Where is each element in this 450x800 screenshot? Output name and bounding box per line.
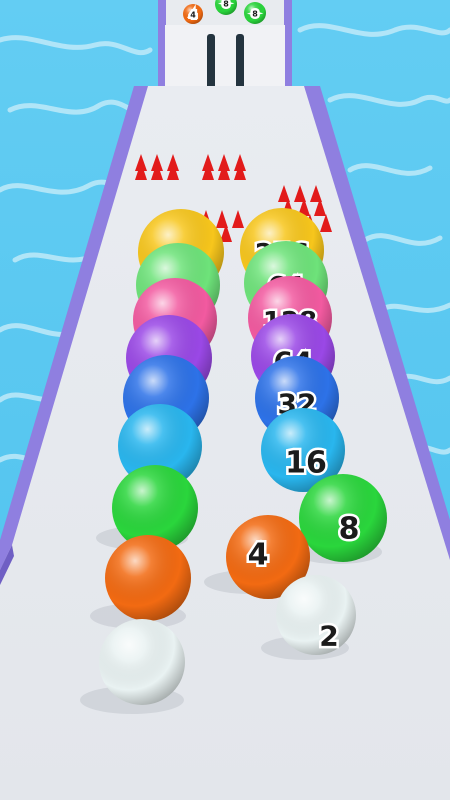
ball-8: 8: [299, 474, 387, 562]
distant-ball-green-2: 8: [244, 2, 266, 24]
distant-ball-label-1: 8: [223, 0, 229, 9]
ball-label-2: 2: [319, 620, 338, 653]
goal-slot-left: [207, 34, 215, 90]
ball-label-4: 4: [248, 538, 269, 573]
distant-ball-orange: 4: [183, 4, 203, 24]
ball-2: 2: [276, 575, 356, 655]
ball-orange-left: [105, 535, 191, 621]
ball-label-8: 8: [339, 512, 360, 547]
ball-label-16: 16: [285, 446, 327, 481]
game-scene[interactable]: 4 8 8 32 16 8 4 2: [0, 0, 450, 800]
ball-white-left: [99, 619, 185, 705]
goal-slot-right: [236, 34, 244, 90]
distant-ball-label-0: 4: [190, 11, 196, 20]
distant-ball-label-2: 8: [252, 10, 258, 19]
